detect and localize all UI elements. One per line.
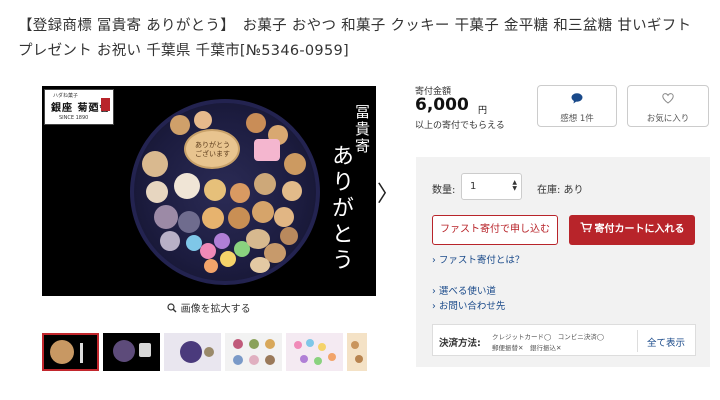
thumbnail-6[interactable] bbox=[347, 333, 367, 371]
thumbnail-2[interactable] bbox=[103, 333, 160, 371]
image-title-large: ありがとう bbox=[328, 144, 353, 274]
fast-donation-info-label: ファスト寄付とは？ bbox=[438, 255, 525, 266]
price-unit: 円 bbox=[478, 106, 488, 116]
logo-seal bbox=[101, 98, 110, 111]
sweets-plaque: ありがとう ございます bbox=[184, 129, 240, 169]
sweets-tray: ありがとう ございます bbox=[130, 99, 320, 285]
next-image-arrow-icon[interactable]: 〉 bbox=[377, 176, 399, 208]
usage-label: 選べる使い道 bbox=[438, 286, 496, 297]
add-to-cart-label: 寄付カートに入れる bbox=[594, 224, 685, 235]
price-amount: 6,000 bbox=[415, 95, 469, 115]
heart-icon bbox=[662, 93, 674, 104]
favorite-button[interactable]: お気に入り bbox=[627, 85, 709, 127]
payment-label: 決済方法: bbox=[439, 338, 481, 349]
plaque-text: ありがとう ございます bbox=[195, 141, 230, 158]
product-title: 【登録商標 冨貴寄 ありがとう】 お菓子 おやつ 和菓子 クッキー 干菓子 金平… bbox=[18, 18, 692, 59]
show-all-payment-link[interactable]: 全て表示 bbox=[647, 335, 685, 349]
thumbnail-1[interactable] bbox=[42, 333, 99, 371]
quantity-value: 1 bbox=[470, 181, 477, 192]
logo-tagline: ハダね菓子 bbox=[53, 93, 79, 99]
cart-icon bbox=[580, 222, 592, 233]
quantity-label: 数量: bbox=[432, 185, 456, 196]
logo-since: SINCE 1890 bbox=[59, 115, 89, 121]
chevron-right-icon: › bbox=[432, 301, 436, 312]
spinner-icon[interactable]: ▲ ▼ bbox=[512, 180, 517, 192]
payment-divider bbox=[637, 330, 638, 352]
fast-donation-info-link[interactable]: › ファスト寄付とは？ bbox=[432, 252, 524, 266]
payment-line-2: 郵便振替✕ 銀行振込✕ bbox=[492, 344, 562, 352]
review-button[interactable]: 感想 1件 bbox=[537, 85, 617, 127]
contact-link[interactable]: › お問い合わせ先 bbox=[432, 298, 505, 312]
stock-status: 在庫: あり bbox=[537, 185, 584, 196]
usage-link[interactable]: › 選べる使い道 bbox=[432, 283, 496, 297]
quantity-select[interactable]: 1 ▲ ▼ bbox=[461, 173, 522, 200]
review-label: 感想 1件 bbox=[560, 114, 594, 124]
price-note: 以上の寄付でもらえる bbox=[415, 121, 505, 131]
thumbnail-strip bbox=[42, 333, 367, 371]
thumbnail-5[interactable] bbox=[286, 333, 343, 371]
purchase-panel: 数量: 1 ▲ ▼ 在庫: あり ファスト寄付で申し込む 寄付カートに入れる › … bbox=[416, 157, 710, 367]
chevron-right-icon: › bbox=[432, 255, 436, 266]
magnifier-icon bbox=[167, 303, 177, 313]
zoom-image-link[interactable]: 画像を拡大する bbox=[42, 300, 376, 315]
contact-label: お問い合わせ先 bbox=[438, 301, 506, 312]
thumbnail-4[interactable] bbox=[225, 333, 282, 371]
speech-bubble-icon bbox=[571, 93, 583, 104]
add-to-cart-button[interactable]: 寄付カートに入れる bbox=[569, 215, 695, 245]
product-main-image[interactable]: ハダね菓子 銀座 菊廼舎 SINCE 1890 ありがとう ございます 冨貴寄 … bbox=[42, 86, 376, 296]
zoom-label: 画像を拡大する bbox=[180, 304, 251, 315]
shop-logo: ハダね菓子 銀座 菊廼舎 SINCE 1890 bbox=[44, 89, 114, 125]
payment-line-1: クレジットカード◯ コンビニ決済◯ bbox=[492, 333, 605, 341]
favorite-label: お気に入り bbox=[646, 114, 690, 124]
payment-methods-box: 決済方法: クレジットカード◯ コンビニ決済◯ 郵便振替✕ 銀行振込✕ 全て表示 bbox=[432, 324, 696, 356]
fast-donation-button[interactable]: ファスト寄付で申し込む bbox=[432, 215, 558, 245]
chevron-right-icon: › bbox=[432, 286, 436, 297]
thumbnail-3[interactable] bbox=[164, 333, 221, 371]
